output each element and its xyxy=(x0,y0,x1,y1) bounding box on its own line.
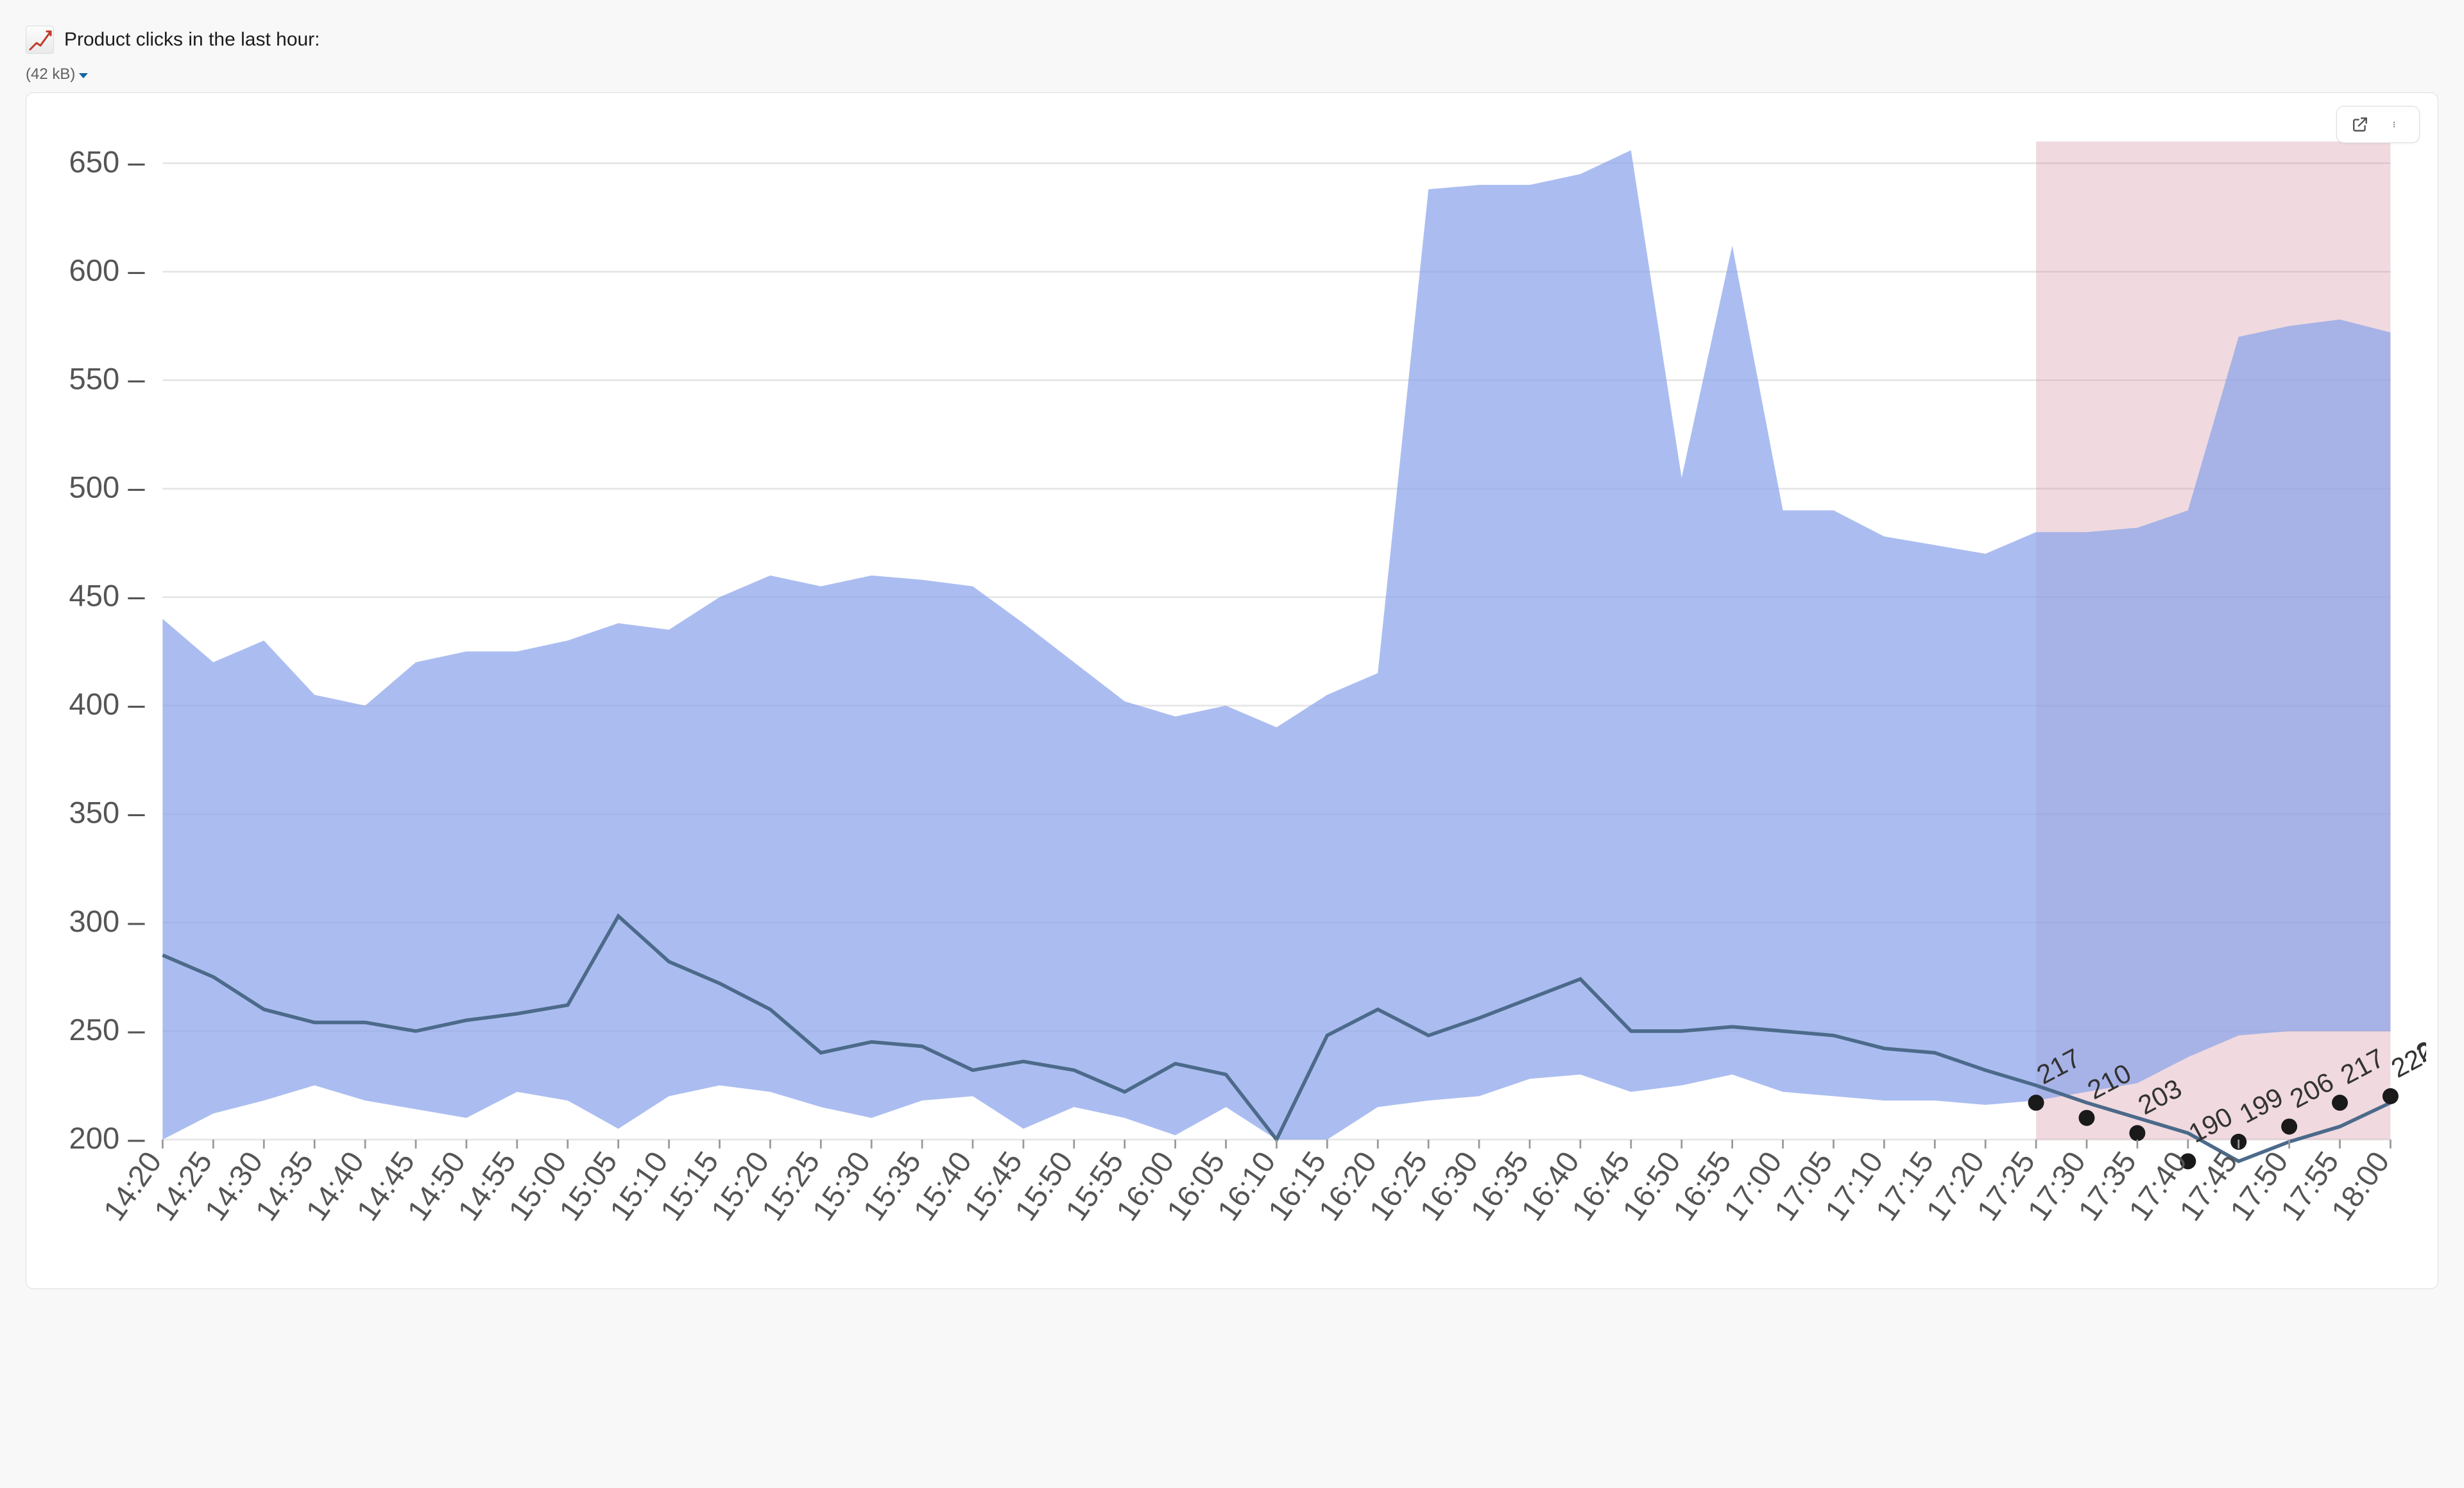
chart-increasing-icon xyxy=(26,26,54,54)
svg-text:600 –: 600 – xyxy=(69,253,146,287)
chart-actions-toolbar xyxy=(2336,106,2420,143)
chart-plot: 200 – 250 – 300 – 350 – 400 – 450 – 500 – 550 –… xyxy=(38,106,2426,1282)
more-actions-button[interactable] xyxy=(2387,115,2405,133)
svg-text:250 –: 250 – xyxy=(69,1013,146,1047)
file-size-label: (42 kB) xyxy=(26,65,75,83)
message-title: Product clicks in the last hour: xyxy=(64,29,320,51)
file-size-dropdown[interactable]: (42 kB) xyxy=(26,65,2438,83)
chart-svg: 200 – 250 – 300 – 350 – 400 – 450 – 500 – 550 –… xyxy=(38,106,2426,1282)
svg-text:300 –: 300 – xyxy=(69,905,146,939)
message-header: Product clicks in the last hour: xyxy=(26,26,2438,54)
svg-text:350 –: 350 – xyxy=(69,796,146,830)
svg-text:400 –: 400 – xyxy=(69,688,146,722)
open-external-button[interactable] xyxy=(2351,115,2369,133)
svg-text:550 –: 550 – xyxy=(69,362,146,396)
more-vertical-icon xyxy=(2393,115,2399,133)
svg-text:650 –: 650 – xyxy=(69,145,146,179)
external-link-icon xyxy=(2352,116,2368,133)
svg-text:200 –: 200 – xyxy=(69,1122,146,1156)
chevron-down-icon xyxy=(79,73,88,78)
chart-card: 200 – 250 – 300 – 350 – 400 – 450 – 500 – 550 –… xyxy=(26,92,2438,1289)
svg-text:450 –: 450 – xyxy=(69,579,146,613)
svg-text:500 –: 500 – xyxy=(69,470,146,504)
